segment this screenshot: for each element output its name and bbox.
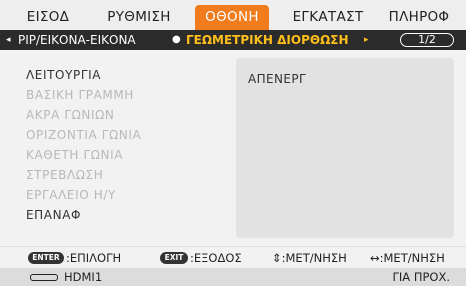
tab-install[interactable]: ΕΓΚΑΤΑΣΤ <box>283 5 373 30</box>
next-arrow-icon[interactable]: ▸ <box>364 30 369 50</box>
menu-item-vertical-corner[interactable]: ΚΑΘΕΤΗ ΓΩΝΙΑ <box>26 148 123 162</box>
menu-content: ΛΕΙΤΟΥΡΓΙΑ ΒΑΣΙΚΗ ΓΡΑΜΜΗ ΑΚΡΑ ΓΩΝΙΩΝ ΟΡΙ… <box>0 50 466 246</box>
help-leftright: ↔:ΜΕΤ/ΝΗΣΗ <box>370 251 445 265</box>
advanced-indicator: ΓΙΑ ΠΡΟΧ. <box>392 270 451 284</box>
menu-item-pc-tool[interactable]: ΕΡΓΑΛΕΙΟ Η/Υ <box>26 188 116 202</box>
mode-value[interactable]: ΑΠΕΝΕΡΓ <box>248 72 306 86</box>
status-bar: HDMI1 ΓΙΑ ΠΡΟΧ. <box>0 268 466 286</box>
menu-item-warping[interactable]: ΣΤΡΕΒΛΩΣΗ <box>26 168 103 182</box>
menu-item-horizontal-corner[interactable]: ΟΡΙΖΟΝΤΙΑ ΓΩΝΙΑ <box>26 128 141 142</box>
breadcrumb-current: ΓΕΩΜΕΤΡΙΚΗ ΔΙΟΡΘΩΣΗ <box>186 33 349 47</box>
page-indicator: 1/2 <box>400 33 454 47</box>
menu-item-reset[interactable]: ΕΠΑΝΑΦ <box>26 208 81 222</box>
help-select: :ΕΠΙΛΟΓΗ <box>66 251 122 265</box>
breadcrumb-prev[interactable]: PIP/ΕΙΚΟΝΑ-ΕΙΚΟΝΑ <box>18 30 136 50</box>
tab-info[interactable]: ΠΛΗΡΟΦ <box>384 5 454 30</box>
help-bar: ENTER :ΕΠΙΛΟΓΗ EXIT :ΕΞΟΔΟΣ ⇕:ΜΕΤ/ΝΗΣΗ ↔… <box>0 246 466 268</box>
value-panel: ΑΠΕΝΕΡΓ <box>236 58 454 238</box>
menu-item-mode[interactable]: ΛΕΙΤΟΥΡΓΙΑ <box>26 68 101 82</box>
tab-input[interactable]: ΕΙΣΟΔ <box>18 5 78 30</box>
input-source: HDMI1 <box>64 270 103 284</box>
exit-key-icon: EXIT <box>160 252 188 264</box>
tab-display[interactable]: ΟΘΟΝΗ <box>195 5 269 30</box>
breadcrumb: ◂ PIP/ΕΙΚΟΝΑ-ΕΙΚΟΝΑ ● ΓΕΩΜΕΤΡΙΚΗ ΔΙΟΡΘΩΣ… <box>0 30 466 50</box>
help-exit: :ΕΞΟΔΟΣ <box>190 251 242 265</box>
tab-bar: ΕΙΣΟΔ ΡΥΘΜΙΣΗ ΟΘΟΝΗ ΕΓΚΑΤΑΣΤ ΠΛΗΡΟΦ <box>0 0 466 30</box>
menu-item-corner-edge[interactable]: ΑΚΡΑ ΓΩΝΙΩΝ <box>26 108 114 122</box>
prev-arrow-icon[interactable]: ◂ <box>6 30 11 50</box>
enter-key-icon: ENTER <box>28 252 64 264</box>
help-updown: ⇕:ΜΕΤ/ΝΗΣΗ <box>272 251 347 265</box>
osd-menu-screen: ΕΙΣΟΔ ΡΥΘΜΙΣΗ ΟΘΟΝΗ ΕΓΚΑΤΑΣΤ ΠΛΗΡΟΦ ◂ PI… <box>0 0 466 286</box>
tab-setup[interactable]: ΡΥΘΜΙΣΗ <box>98 5 180 30</box>
hdmi-connector-icon <box>30 274 58 281</box>
breadcrumb-separator: ● <box>172 34 181 45</box>
menu-item-basic-line[interactable]: ΒΑΣΙΚΗ ΓΡΑΜΜΗ <box>26 88 134 102</box>
